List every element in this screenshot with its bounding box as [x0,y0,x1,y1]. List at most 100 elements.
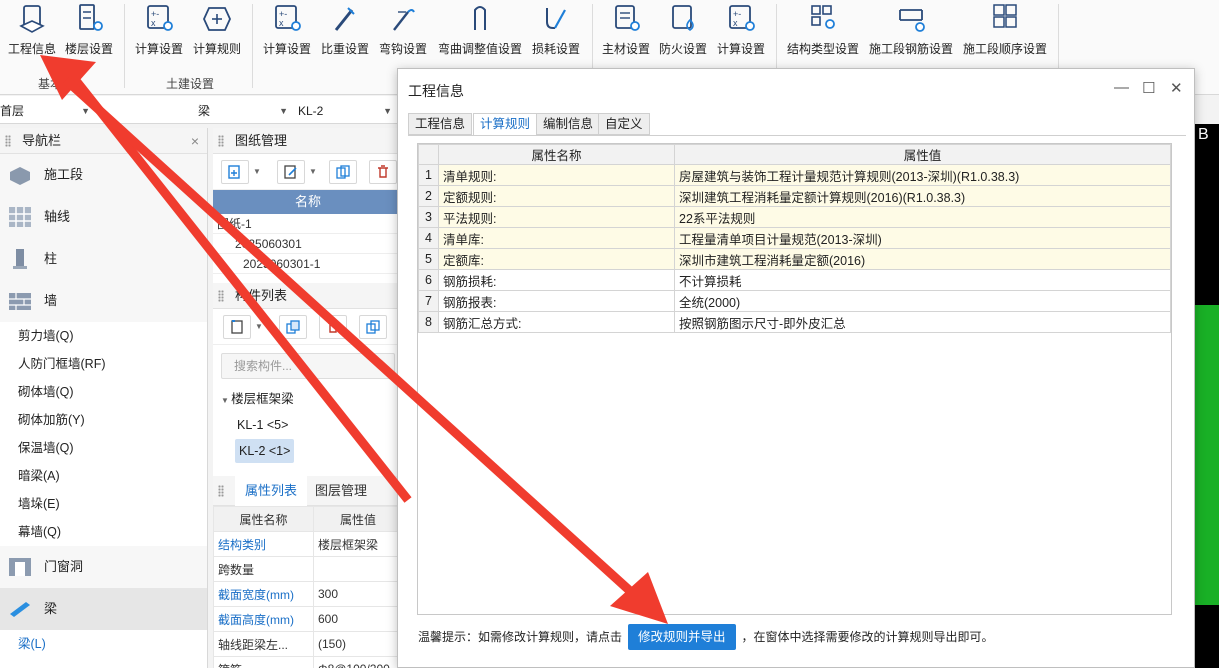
nav-cat-opening[interactable]: 门窗洞 [0,546,207,588]
tab-layer-management[interactable]: 图层管理 [305,476,377,506]
drawing-row[interactable]: 2025060301-1 [213,254,403,274]
tree-group-frame-beam[interactable]: ▼ 楼层框架梁 [213,387,403,411]
dialog-tab-custom[interactable]: 自定义 [598,113,650,135]
ribbon-separator [252,4,253,88]
bend-adjust-button[interactable]: 弯曲调整值设置 [436,0,524,57]
chevron-down-icon[interactable]: ▼ [251,160,263,184]
section-order-button[interactable]: 施工段顺序设置 [960,0,1050,57]
project-info-dialog: 工程信息 — ☐ ✕ 工程信息 计算规则 编制信息 自定义 属性名称 属性值 1清… [397,68,1195,668]
nav-item-masonry-wall[interactable]: 砌体墙(Q) [0,378,207,406]
nav-cat-axis[interactable]: 轴线 [0,196,207,238]
nav-item-shear-wall[interactable]: 剪力墙(Q) [0,322,207,350]
project-info-button[interactable]: 工程信息 [4,0,60,57]
prop-name: 跨数量 [213,556,314,582]
tree-item-kl2[interactable]: KL-2 <1> [213,439,403,463]
edit-drawing-button[interactable] [277,160,305,184]
prop-value[interactable]: 300 [313,581,403,607]
dialog-tab-calc-rules[interactable]: 计算规则 [473,113,538,136]
rules-row[interactable]: 2 定额规则: 深圳建筑工程消耗量定额计算规则(2016)(R1.0.38.3) [418,185,1171,207]
delete-component-button[interactable] [319,315,347,339]
floor-select[interactable]: 首层 ▼ [0,100,94,122]
nav-cat-column[interactable]: 柱 [0,238,207,280]
density-settings-button[interactable]: 比重设置 [318,0,372,57]
close-icon[interactable]: ✕ [1170,79,1183,97]
dialog-tab-compile-info[interactable]: 编制信息 [536,113,601,135]
nav-cat-wall[interactable]: 墙 [0,280,207,322]
layer-copy-button[interactable] [359,315,387,339]
rules-row[interactable]: 5 定额库: 深圳市建筑工程消耗量定额(2016) [418,248,1171,270]
rules-row[interactable]: 3 平法规则: 22系平法规则 [418,206,1171,228]
prop-value[interactable]: (150) [313,631,403,657]
nav-item-civil-defense-wall[interactable]: 人防门框墙(RF) [0,350,207,378]
column-icon [13,249,27,269]
minimize-icon[interactable]: — [1114,79,1129,96]
rule-value[interactable]: 深圳建筑工程消耗量定额计算规则(2016)(R1.0.38.3) [674,185,1171,207]
decor-calc-settings-button[interactable]: +- x 计算设置 [714,0,768,57]
copy-icon [286,320,300,334]
drawing-row[interactable]: 图纸-1 [213,214,403,234]
rules-row[interactable]: 8 钢筋汇总方式: 按照钢筋图示尺寸-即外皮汇总 [418,311,1171,333]
civil-calc-settings-button[interactable]: +- x 计算设置 [132,0,186,57]
prop-value[interactable]: 600 [313,606,403,632]
nav-cat-construction[interactable]: 施工段 [0,154,207,196]
chevron-down-icon[interactable]: ▼ [253,315,265,339]
prop-value[interactable] [313,556,403,582]
type-select[interactable]: 梁 ▼ [198,100,292,122]
nav-item-hidden-beam[interactable]: 暗梁(A) [0,462,207,490]
rule-value[interactable]: 房屋建筑与装饰工程计量规范计算规则(2013-深圳)(R1.0.38.3) [674,164,1171,186]
civil-calc-settings-label: 计算设置 [134,42,183,56]
density-settings-label: 比重设置 [320,42,369,56]
rules-row[interactable]: 1 清单规则: 房屋建筑与装饰工程计量规范计算规则(2013-深圳)(R1.0.38… [418,164,1171,186]
structure-type-button[interactable]: 结构类型设置 [784,0,862,57]
chevron-down-icon: ▼ [81,106,90,116]
nav-item-curtain-wall[interactable]: 幕墙(Q) [0,518,207,546]
drawing-row[interactable]: 2025060301 [213,234,403,254]
tab-property-list[interactable]: 属性列表 [235,476,308,506]
calc-settings-icon: +-x [275,5,301,31]
rules-row[interactable]: 4 清单库: 工程量清单项目计量规范(2013-深圳) [418,227,1171,249]
split-drawing-button[interactable] [329,160,357,184]
row-index: 1 [418,164,439,186]
rules-table: 属性名称 属性值 1 清单规则: 房屋建筑与装饰工程计量规范计算规则(2013-深圳)… [418,144,1171,333]
nav-item-pilaster[interactable]: 墙垛(E) [0,490,207,518]
nav-item-beam[interactable]: 梁(L) [0,630,207,658]
chevron-down-icon[interactable]: ▼ [307,160,319,184]
main-material-label: 主材设置 [601,42,650,56]
svg-text:x: x [279,18,284,28]
rules-row[interactable]: 7 钢筋报表: 全统(2000) [418,290,1171,312]
maximize-icon[interactable]: ☐ [1142,79,1155,97]
rule-value[interactable]: 全统(2000) [674,290,1171,312]
new-component-button[interactable] [223,315,251,339]
add-drawing-button[interactable] [221,160,249,184]
copy-component-button[interactable] [279,315,307,339]
rule-value[interactable]: 不计算损耗 [674,269,1171,291]
tree-item-kl1[interactable]: KL-1 <5> [213,413,403,437]
rule-value[interactable]: 22系平法规则 [674,206,1171,228]
row-index: 4 [418,227,439,249]
section-rebar-button[interactable]: 施工段钢筋设置 [866,0,956,57]
modify-rules-export-button[interactable]: 修改规则并导出 [628,624,736,650]
dialog-tab-project-info[interactable]: 工程信息 [408,113,473,135]
calc-rules-button[interactable]: 计算规则 [190,0,244,57]
rule-value[interactable]: 工程量清单项目计量规范(2013-深圳) [674,227,1171,249]
nav-cat-beam[interactable]: 梁 [0,588,207,630]
nav-item-insulation-wall[interactable]: 保温墙(Q) [0,434,207,462]
main-material-button[interactable]: 主材设置 [598,0,654,57]
hook-settings-button[interactable]: 弯钩设置 [376,0,430,57]
rule-value[interactable]: 深圳市建筑工程消耗量定额(2016) [674,248,1171,270]
prop-value[interactable]: 楼层框架梁 [313,531,403,557]
structure-type-label: 结构类型设置 [786,42,859,56]
rule-value[interactable]: 按照钢筋图示尺寸-即外皮汇总 [674,311,1171,333]
prop-value[interactable]: Φ8@100/200 [313,656,403,668]
close-icon[interactable]: × [191,128,199,154]
loss-settings-button[interactable]: 损耗设置 [528,0,584,57]
rebar-calc-settings-button[interactable]: +- x 计算设置 [259,0,315,57]
nav-item-masonry-rebar[interactable]: 砌体加筋(Y) [0,406,207,434]
floor-settings-button[interactable]: 楼层设置 [62,0,116,57]
rules-row[interactable]: 6 钢筋损耗: 不计算损耗 [418,269,1171,291]
component-search-input[interactable]: 搜索构件... [221,353,395,379]
delete-drawing-button[interactable] [369,160,397,184]
component-select[interactable]: KL-2 ▼ [298,100,396,122]
fire-settings-button[interactable]: 防火设置 [656,0,710,57]
prop-name: 轴线距梁左... [213,631,314,657]
